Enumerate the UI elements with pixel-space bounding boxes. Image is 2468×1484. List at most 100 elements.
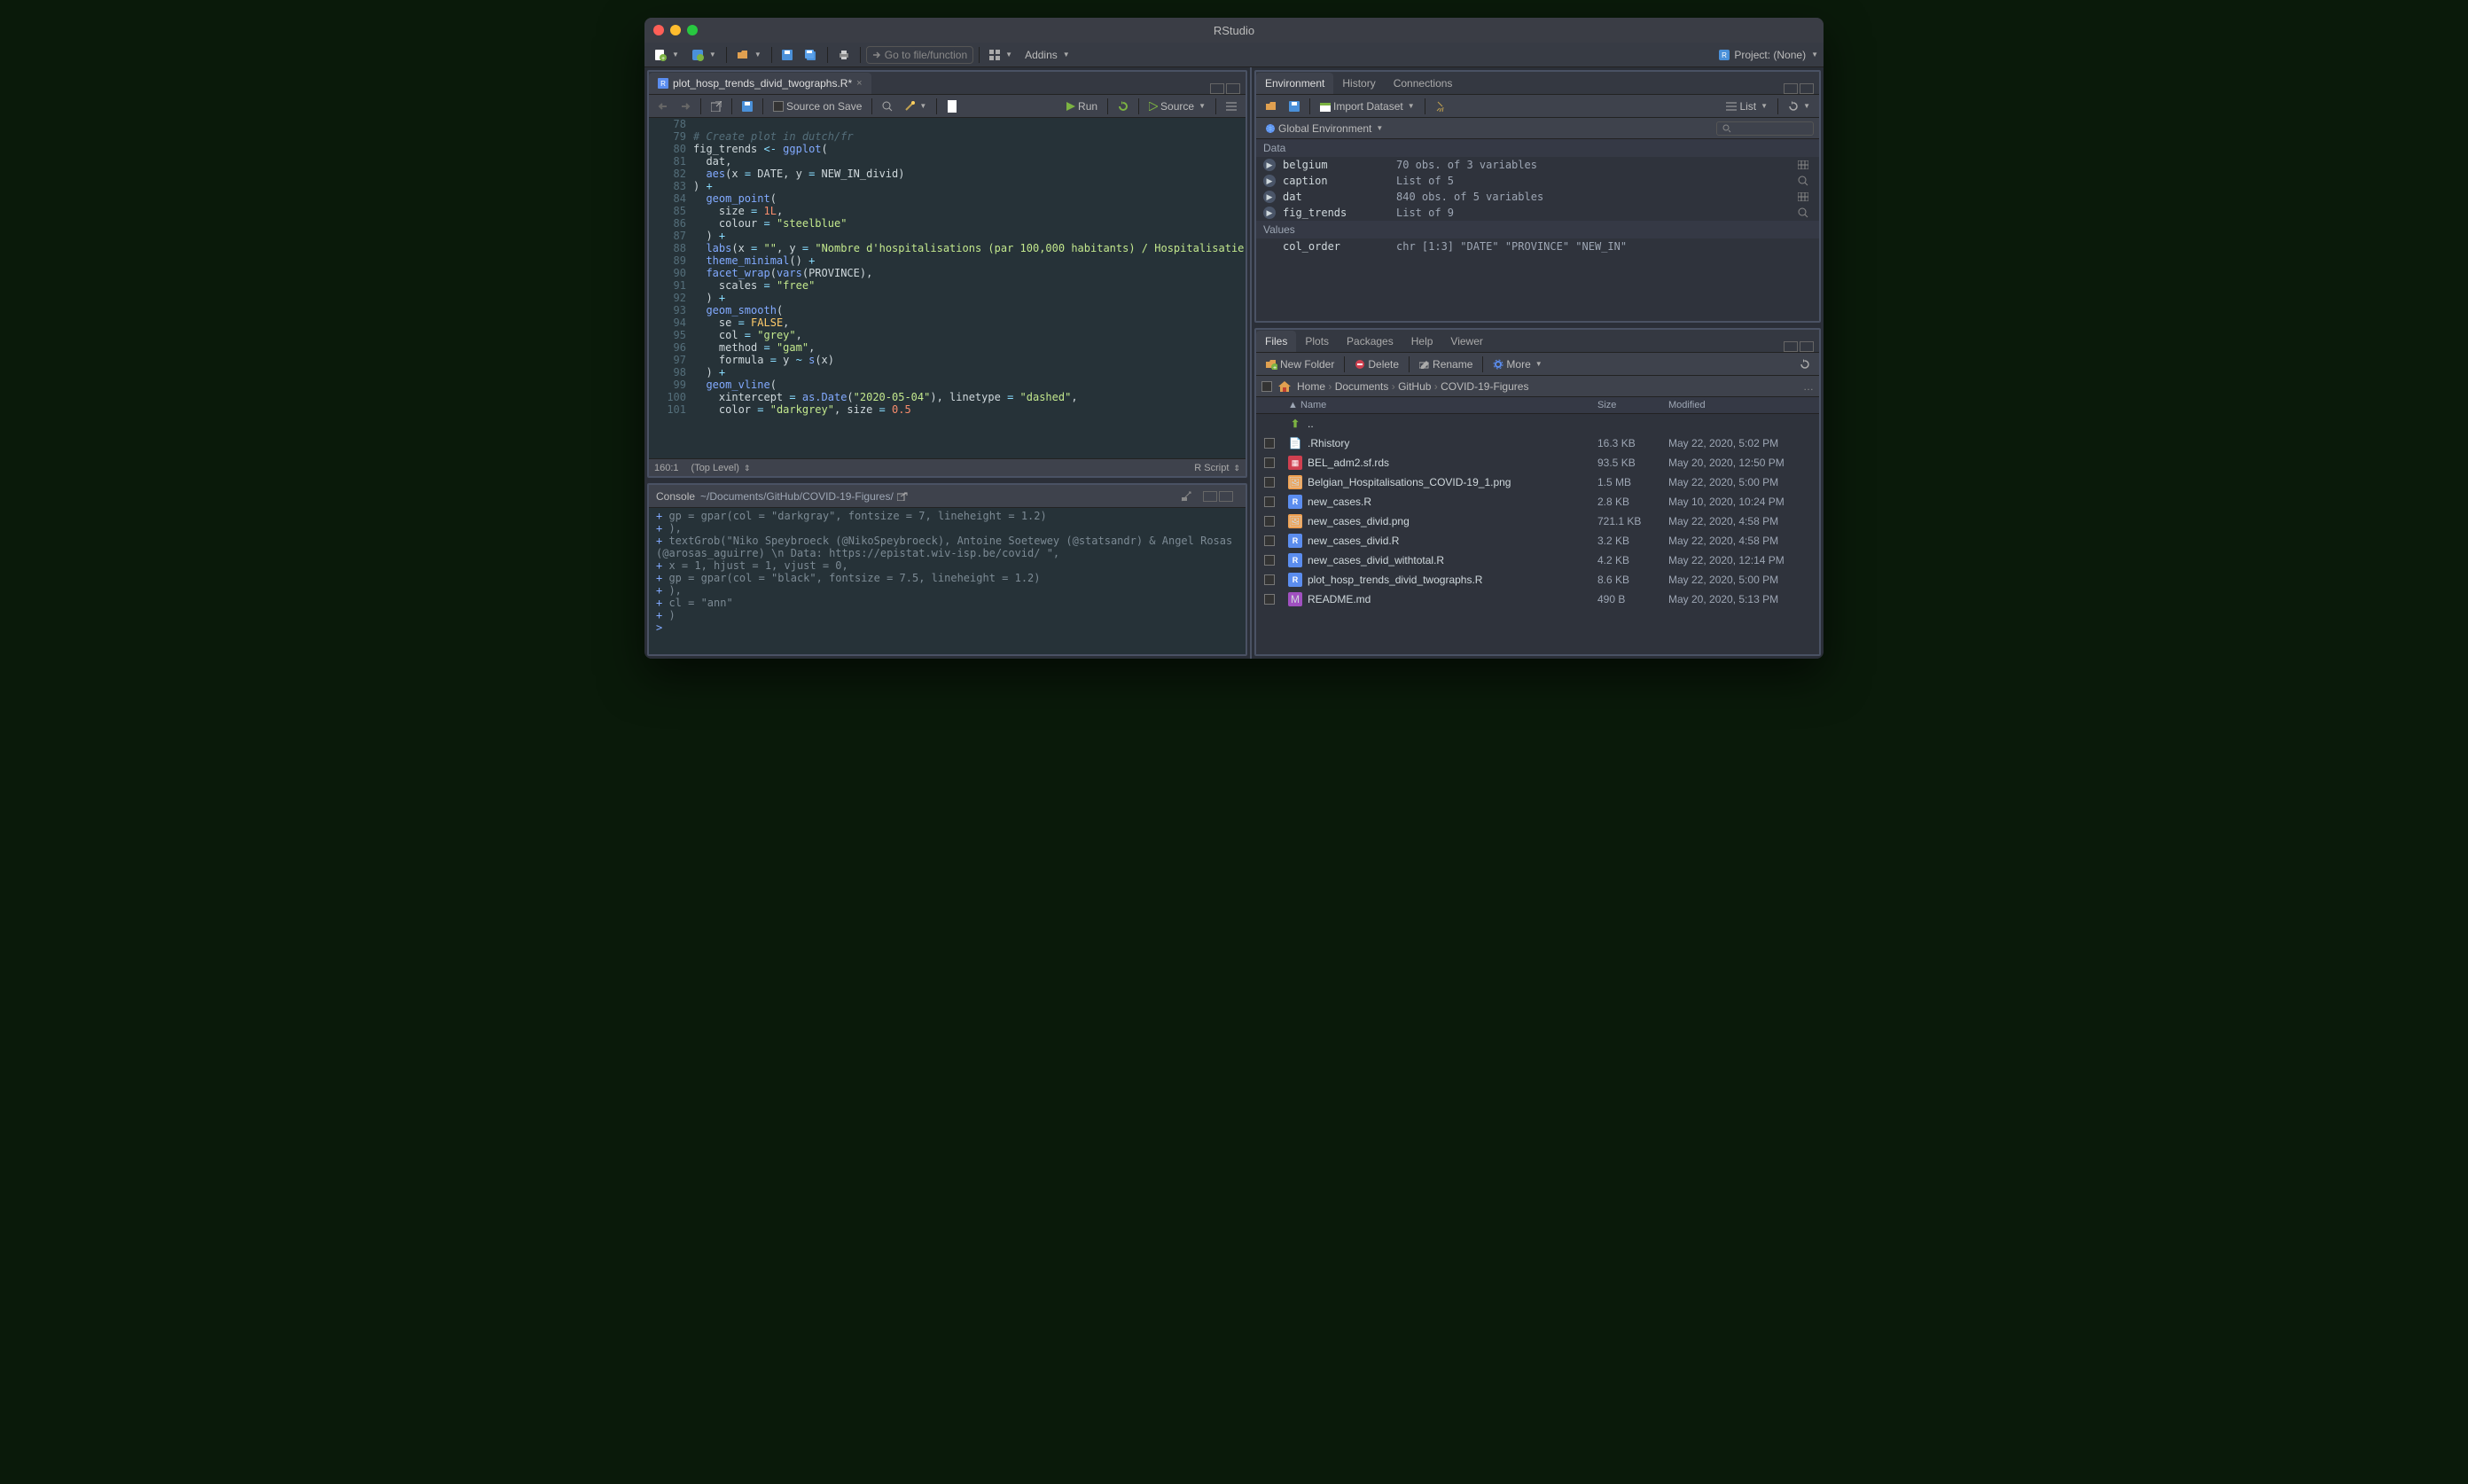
nav-forward-button[interactable] [676, 100, 694, 113]
print-button[interactable] [833, 47, 855, 63]
save-button[interactable] [777, 47, 797, 63]
addins-dropdown[interactable]: Addins▼ [1020, 46, 1074, 64]
save-file-button[interactable] [738, 99, 756, 113]
console-output[interactable]: + gp = gpar(col = "darkgray", fontsize =… [649, 508, 1246, 654]
view-mode-selector[interactable]: List▼ [1722, 98, 1771, 114]
refresh-env-button[interactable]: ▼ [1785, 99, 1814, 113]
file-checkbox[interactable] [1264, 496, 1275, 507]
tab-connections[interactable]: Connections [1385, 73, 1462, 94]
file-checkbox[interactable] [1264, 594, 1275, 605]
file-checkbox[interactable] [1264, 457, 1275, 468]
file-row[interactable]: ▦ BEL_adm2.sf.rds93.5 KBMay 20, 2020, 12… [1256, 453, 1819, 473]
tab-viewer[interactable]: Viewer [1441, 331, 1491, 352]
new-project-button[interactable]: ▼ [687, 46, 721, 64]
delete-button[interactable]: Delete [1351, 356, 1402, 372]
popout-icon[interactable] [897, 492, 908, 501]
load-workspace-button[interactable] [1261, 99, 1281, 113]
env-item[interactable]: ▶belgium70 obs. of 3 variables [1256, 157, 1819, 173]
file-row[interactable]: R plot_hosp_trends_divid_twographs.R8.6 … [1256, 570, 1819, 590]
env-item[interactable]: ▶captionList of 5 [1256, 173, 1819, 189]
file-row[interactable]: R new_cases_divid_withtotal.R4.2 KBMay 2… [1256, 551, 1819, 570]
maximize-env-icon[interactable] [1800, 83, 1814, 94]
minimize-window-icon[interactable] [670, 25, 681, 35]
import-dataset-button[interactable]: Import Dataset▼ [1316, 98, 1418, 114]
tab-plots[interactable]: Plots [1296, 331, 1338, 352]
file-row[interactable]: M README.md490 BMay 20, 2020, 5:13 PM [1256, 590, 1819, 609]
code-editor[interactable]: 7879# Create plot in dutch/fr80fig_trend… [649, 118, 1246, 458]
tab-files[interactable]: Files [1256, 331, 1296, 352]
view-data-icon[interactable] [1798, 192, 1812, 201]
code-tools-button[interactable]: ▼ [901, 99, 930, 113]
more-button[interactable]: More▼ [1489, 356, 1545, 372]
source-button[interactable]: Source▼ [1145, 98, 1209, 114]
open-file-button[interactable]: ▼ [732, 47, 766, 63]
tab-packages[interactable]: Packages [1338, 331, 1402, 352]
file-checkbox[interactable] [1264, 438, 1275, 449]
inspect-icon[interactable] [1798, 207, 1812, 218]
new-folder-button[interactable]: +New Folder [1261, 356, 1338, 372]
file-row[interactable]: R new_cases_divid.R3.2 KBMay 22, 2020, 4… [1256, 531, 1819, 551]
project-menu[interactable]: R Project: (None)▼ [1718, 49, 1818, 61]
window-controls[interactable] [653, 25, 698, 35]
close-tab-icon[interactable]: × [856, 78, 862, 89]
expand-icon[interactable]: ▶ [1263, 191, 1276, 203]
outline-button[interactable] [1222, 99, 1240, 113]
col-size-header[interactable]: Size [1597, 400, 1668, 410]
env-search-input[interactable] [1716, 121, 1814, 136]
tab-history[interactable]: History [1333, 73, 1384, 94]
save-workspace-button[interactable] [1285, 99, 1303, 113]
file-checkbox[interactable] [1264, 477, 1275, 488]
file-checkbox[interactable] [1264, 555, 1275, 566]
file-row[interactable]: 📄 .Rhistory16.3 KBMay 22, 2020, 5:02 PM [1256, 433, 1819, 453]
breadcrumb-item[interactable]: Home [1297, 380, 1325, 393]
maximize-console-icon[interactable] [1219, 491, 1233, 502]
addins-grid-button[interactable]: ▼ [985, 47, 1017, 63]
source-tab[interactable]: R plot_hosp_trends_divid_twographs.R* × [649, 73, 871, 94]
env-item[interactable]: ▶dat840 obs. of 5 variables [1256, 189, 1819, 205]
file-checkbox[interactable] [1264, 574, 1275, 585]
env-item[interactable]: ▶fig_trendsList of 9 [1256, 205, 1819, 221]
inspect-icon[interactable] [1798, 176, 1812, 186]
file-up-row[interactable]: ⬆.. [1256, 414, 1819, 433]
select-all-checkbox[interactable] [1261, 381, 1272, 392]
tab-environment[interactable]: Environment [1256, 73, 1333, 94]
minimize-console-icon[interactable] [1203, 491, 1217, 502]
refresh-files-button[interactable] [1796, 357, 1814, 371]
file-checkbox[interactable] [1264, 535, 1275, 546]
show-in-new-window-button[interactable] [707, 99, 725, 113]
save-all-button[interactable] [801, 47, 822, 63]
rename-button[interactable]: Rename [1416, 356, 1476, 372]
view-data-icon[interactable] [1798, 160, 1812, 169]
maximize-pane-icon[interactable] [1226, 83, 1240, 94]
file-row[interactable]: 🖼 Belgian_Hospitalisations_COVID-19_1.pn… [1256, 473, 1819, 492]
breadcrumb-item[interactable]: COVID-19-Figures [1441, 380, 1528, 393]
scope-selector[interactable]: (Top Level) ⇕ [691, 463, 751, 473]
file-row[interactable]: R new_cases.R2.8 KBMay 10, 2020, 10:24 P… [1256, 492, 1819, 512]
source-on-save-toggle[interactable]: Source on Save [769, 98, 865, 114]
tab-help[interactable]: Help [1402, 331, 1442, 352]
run-button[interactable]: Run [1063, 98, 1101, 114]
breadcrumb-more-icon[interactable]: … [1803, 380, 1814, 393]
clear-workspace-button[interactable] [1432, 98, 1451, 114]
home-icon[interactable] [1277, 380, 1292, 393]
maximize-files-icon[interactable] [1800, 341, 1814, 352]
env-item[interactable]: col_orderchr [1:3] "DATE" "PROVINCE" "NE… [1256, 238, 1819, 254]
find-replace-button[interactable] [879, 99, 896, 113]
col-modified-header[interactable]: Modified [1668, 400, 1819, 410]
maximize-window-icon[interactable] [687, 25, 698, 35]
minimize-files-icon[interactable] [1784, 341, 1798, 352]
file-type-selector[interactable]: R Script ⇕ [1194, 463, 1240, 473]
minimize-env-icon[interactable] [1784, 83, 1798, 94]
new-file-button[interactable]: +▼ [650, 46, 683, 64]
expand-icon[interactable]: ▶ [1263, 207, 1276, 219]
expand-icon[interactable]: ▶ [1263, 159, 1276, 171]
breadcrumb-item[interactable]: GitHub [1398, 380, 1431, 393]
file-row[interactable]: 🖼 new_cases_divid.png721.1 KBMay 22, 202… [1256, 512, 1819, 531]
clear-console-icon[interactable] [1180, 490, 1192, 503]
goto-file-function[interactable]: Go to file/function [866, 46, 973, 64]
close-window-icon[interactable] [653, 25, 664, 35]
breadcrumb-item[interactable]: Documents [1335, 380, 1389, 393]
env-scope-selector[interactable]: Global Environment▼ [1261, 121, 1386, 137]
minimize-pane-icon[interactable] [1210, 83, 1224, 94]
rerun-button[interactable] [1114, 99, 1132, 113]
